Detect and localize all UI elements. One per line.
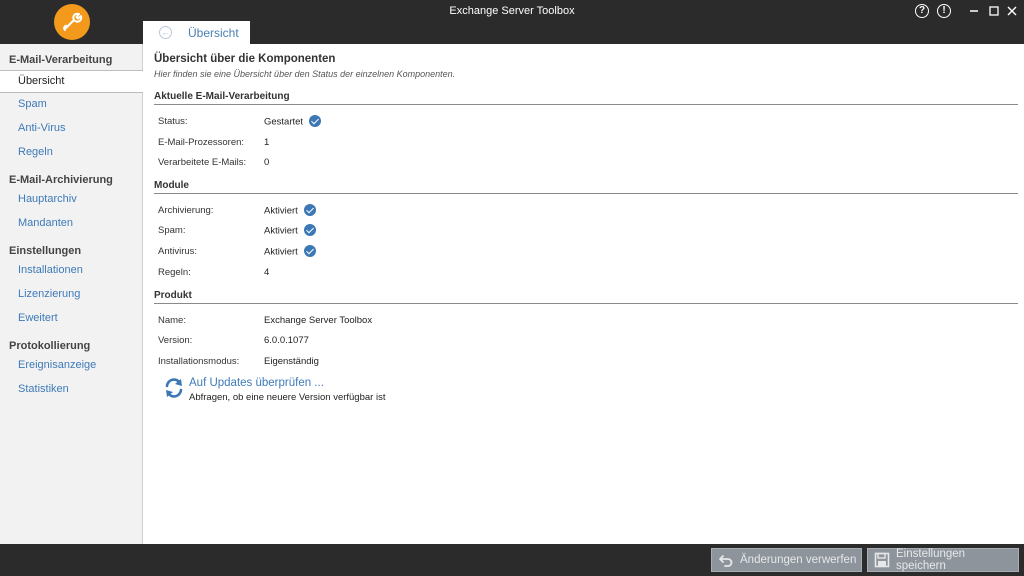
help-icon[interactable]: ? (914, 3, 930, 19)
undo-icon (719, 555, 733, 567)
sidebar-item-main-archive[interactable]: Hauptarchiv (18, 193, 77, 205)
section-heading-product: Produkt (154, 290, 1018, 304)
window-title: Exchange Server Toolbox (449, 5, 575, 17)
sidebar-item-overview[interactable]: Übersicht (0, 70, 143, 93)
nav-heading-logging: Protokollierung (9, 340, 91, 352)
section-heading-processing: Aktuelle E-Mail-Verarbeitung (154, 91, 1018, 105)
sidebar-item-rules[interactable]: Regeln (18, 146, 53, 158)
row-value-archiving: Aktiviert (264, 204, 316, 217)
sidebar-item-installations[interactable]: Installationen (18, 264, 83, 276)
row-label: Verarbeitete E-Mails: (158, 157, 247, 168)
row-label: Antivirus: (158, 246, 198, 257)
sidebar-item-label: Übersicht (18, 75, 65, 87)
row-label: Status: (158, 116, 188, 127)
discard-changes-label: Änderungen verwerfen (740, 554, 857, 566)
row-value-text: Aktiviert (264, 205, 298, 217)
tab-label: Übersicht (188, 26, 239, 40)
row-value-processors: 1 (264, 137, 270, 148)
sidebar-item-antivirus[interactable]: Anti-Virus (18, 122, 65, 134)
row-value-name: Exchange Server Toolbox (264, 315, 373, 326)
close-icon[interactable] (1004, 3, 1020, 19)
sidebar-item-statistics[interactable]: Statistiken (18, 383, 69, 395)
row-value-text: Aktiviert (264, 246, 298, 258)
sidebar-item-clients[interactable]: Mandanten (18, 217, 73, 229)
minimize-icon[interactable] (966, 3, 982, 19)
check-updates-description: Abfragen, ob eine neuere Version verfügb… (189, 392, 386, 403)
row-value-install-mode: Eigenständig (264, 356, 319, 367)
row-value-text: Aktiviert (264, 225, 298, 237)
row-value-spam: Aktiviert (264, 224, 316, 237)
page-title: Übersicht über die Komponenten (154, 53, 336, 65)
row-label: Version: (158, 335, 193, 346)
tab-overview[interactable]: ← Übersicht (143, 21, 250, 44)
check-circle-icon (303, 204, 316, 216)
title-bar: Exchange Server Toolbox ? ! ← Übersicht (0, 0, 1024, 44)
row-value-processed-mails: 0 (264, 157, 270, 168)
sidebar-item-event-viewer[interactable]: Ereignisanzeige (18, 359, 96, 371)
row-label: Spam: (158, 225, 186, 236)
sidebar-item-licensing[interactable]: Lizenzierung (18, 288, 80, 300)
maximize-icon[interactable] (986, 3, 1002, 19)
info-icon[interactable]: ! (936, 3, 952, 19)
save-settings-label: Einstellungen speichern (896, 548, 966, 572)
refresh-icon[interactable] (163, 377, 185, 399)
sidebar-item-advanced[interactable]: Eweitert (18, 312, 58, 324)
row-label: E-Mail-Prozessoren: (158, 137, 245, 148)
check-circle-icon (303, 224, 316, 236)
row-label: Regeln: (158, 267, 191, 278)
back-arrow-icon[interactable]: ← (159, 26, 172, 39)
discard-changes-button[interactable]: Änderungen verwerfen (711, 548, 862, 572)
save-settings-button[interactable]: Einstellungen speichern (867, 548, 1019, 572)
nav-heading-email-processing: E-Mail-Verarbeitung (9, 54, 113, 66)
sidebar: E-Mail-Verarbeitung Übersicht Spam Anti-… (0, 44, 143, 544)
row-value-antivirus: Aktiviert (264, 245, 316, 258)
footer-bar: Änderungen verwerfen Einstellungen speic… (0, 544, 1024, 576)
row-label: Installationsmodus: (158, 356, 240, 367)
row-value-status: Gestartet (264, 115, 322, 128)
nav-heading-settings: Einstellungen (9, 245, 82, 257)
row-label: Name: (158, 315, 186, 326)
sidebar-item-spam[interactable]: Spam (18, 98, 47, 110)
nav-heading-email-archiving: E-Mail-Archivierung (9, 174, 113, 186)
row-value-version: 6.0.0.1077 (264, 335, 309, 346)
check-updates-link[interactable]: Auf Updates überprüfen ... (189, 377, 324, 389)
page-subtitle: Hier finden sie eine Übersicht über den … (154, 69, 456, 79)
save-icon (874, 552, 890, 568)
main-content: Übersicht über die Komponenten Hier find… (143, 44, 1024, 544)
row-value-text: Gestartet (264, 116, 304, 128)
check-circle-icon (309, 115, 322, 127)
check-circle-icon (303, 245, 316, 257)
section-heading-modules: Module (154, 180, 1018, 194)
row-value-rules: 4 (264, 267, 270, 278)
row-label: Archivierung: (158, 205, 214, 216)
